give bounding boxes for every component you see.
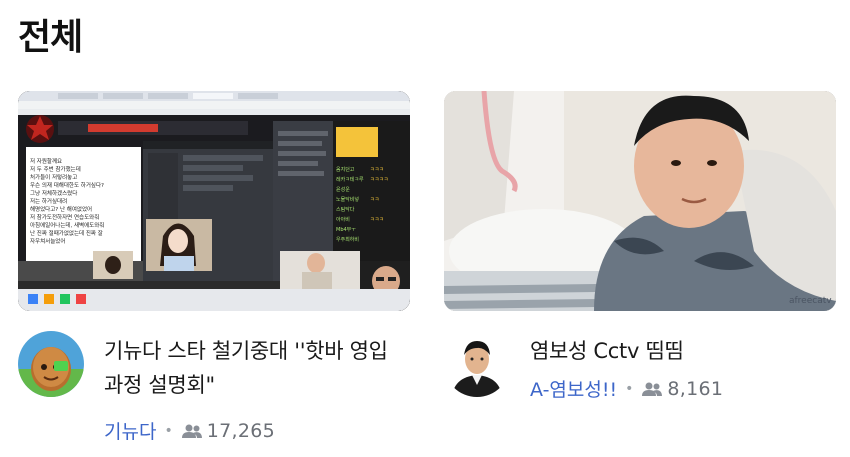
svg-text:저 두 주번 참가했는데: 저 두 주번 참가했는데	[30, 165, 81, 173]
separator-dot: •	[164, 422, 173, 439]
viewer-count: 17,265	[206, 419, 276, 442]
svg-text:처가들이 저렇려놓고: 처가들이 저렇려놓고	[30, 173, 77, 181]
svg-text:우슨 의재 대해대한도 하거싶다?: 우슨 의재 대해대한도 하거싶다?	[30, 181, 104, 189]
stream-meta: A-염보성!! • 8,161	[530, 375, 723, 402]
svg-text:저 참가도전하자면 연습도와줘: 저 참가도전하자면 연습도와줘	[30, 213, 99, 221]
svg-text:그냥 저체하겠스렸다: 그냥 저체하겠스렸다	[30, 189, 77, 197]
svg-text:ㅋㅋㅋㅋ: ㅋㅋㅋㅋ	[370, 177, 388, 183]
stream-title[interactable]: 기뉴다 스타 철기중대 ''핫바 영입과정 설명회"	[104, 334, 404, 402]
people-icon	[181, 424, 202, 438]
svg-text:ㅋㅋㅋ: ㅋㅋㅋ	[370, 167, 384, 173]
svg-text:ㅋㅋㅋ: ㅋㅋㅋ	[370, 217, 384, 223]
svg-text:해명었다고? 난 해여없었어: 해명었다고? 난 해여없었어	[30, 205, 92, 213]
thumbnail-webcam: afreecatv	[444, 91, 836, 311]
stream-title[interactable]: 염보성 Cctv 띰띰	[530, 334, 830, 368]
stream-thumbnail[interactable]: 저 자원할께요 저 두 주번 참가했는데 처가들이 저렇려놓고 우슨 의재 대해…	[18, 91, 410, 311]
svg-text:난 진짜 절때가없없는데 진짜 잘: 난 진짜 절때가없없는데 진짜 잘	[30, 229, 103, 237]
people-icon	[642, 382, 663, 396]
svg-text:레카ㅋ테ㅋ루: 레카ㅋ테ㅋ루	[336, 176, 364, 183]
svg-text:옴지던고: 옴지던고	[336, 166, 355, 173]
svg-text:자우쳐서늘었어: 자우쳐서늘었어	[30, 237, 65, 245]
channel-name[interactable]: A-염보성!!	[530, 375, 617, 402]
svg-text:아침에일어나는데, 새벽에도와줘: 아침에일어나는데, 새벽에도와줘	[30, 221, 104, 229]
watermark: afreecatv	[789, 296, 832, 306]
viewer-count: 8,161	[667, 377, 724, 400]
svg-text:저 자원할께요: 저 자원할께요	[30, 157, 62, 165]
stream-card[interactable]: afreecatv 염보성 Cctv 띰띰 A-염보성!! • 8,161	[444, 91, 836, 401]
section-title: 전체	[18, 17, 83, 58]
svg-text:ㅋㅋ: ㅋㅋ	[370, 197, 379, 203]
stream-card[interactable]: 저 자원할께요 저 두 주번 참가했는데 처가들이 저렇려놓고 우슨 의재 대해…	[18, 91, 410, 443]
channel-name[interactable]: 기뉴다	[104, 417, 156, 444]
thumbnail-screen-capture: 저 자원할께요 저 두 주번 참가했는데 처가들이 저렇려놓고 우슨 의재 대해…	[18, 91, 410, 311]
svg-text:윤성운: 윤성운	[336, 186, 350, 193]
svg-text:아아비: 아아비	[336, 216, 350, 223]
svg-text:노물닥비넣: 노물닥비넣	[336, 196, 359, 203]
svg-text:Mb4부ㅜ: Mb4부ㅜ	[336, 227, 356, 233]
channel-avatar[interactable]	[18, 331, 84, 397]
stream-meta: 기뉴다 • 17,265	[104, 417, 275, 444]
channel-avatar[interactable]	[444, 331, 510, 397]
separator-dot: •	[625, 380, 634, 397]
svg-text:저는 하거싶대려: 저는 하거싶대려	[30, 197, 67, 205]
stream-thumbnail[interactable]: afreecatv	[444, 91, 836, 311]
svg-text:스팀닥다: 스팀닥다	[336, 206, 355, 213]
svg-text:우주최하비: 우주최하비	[336, 236, 359, 243]
